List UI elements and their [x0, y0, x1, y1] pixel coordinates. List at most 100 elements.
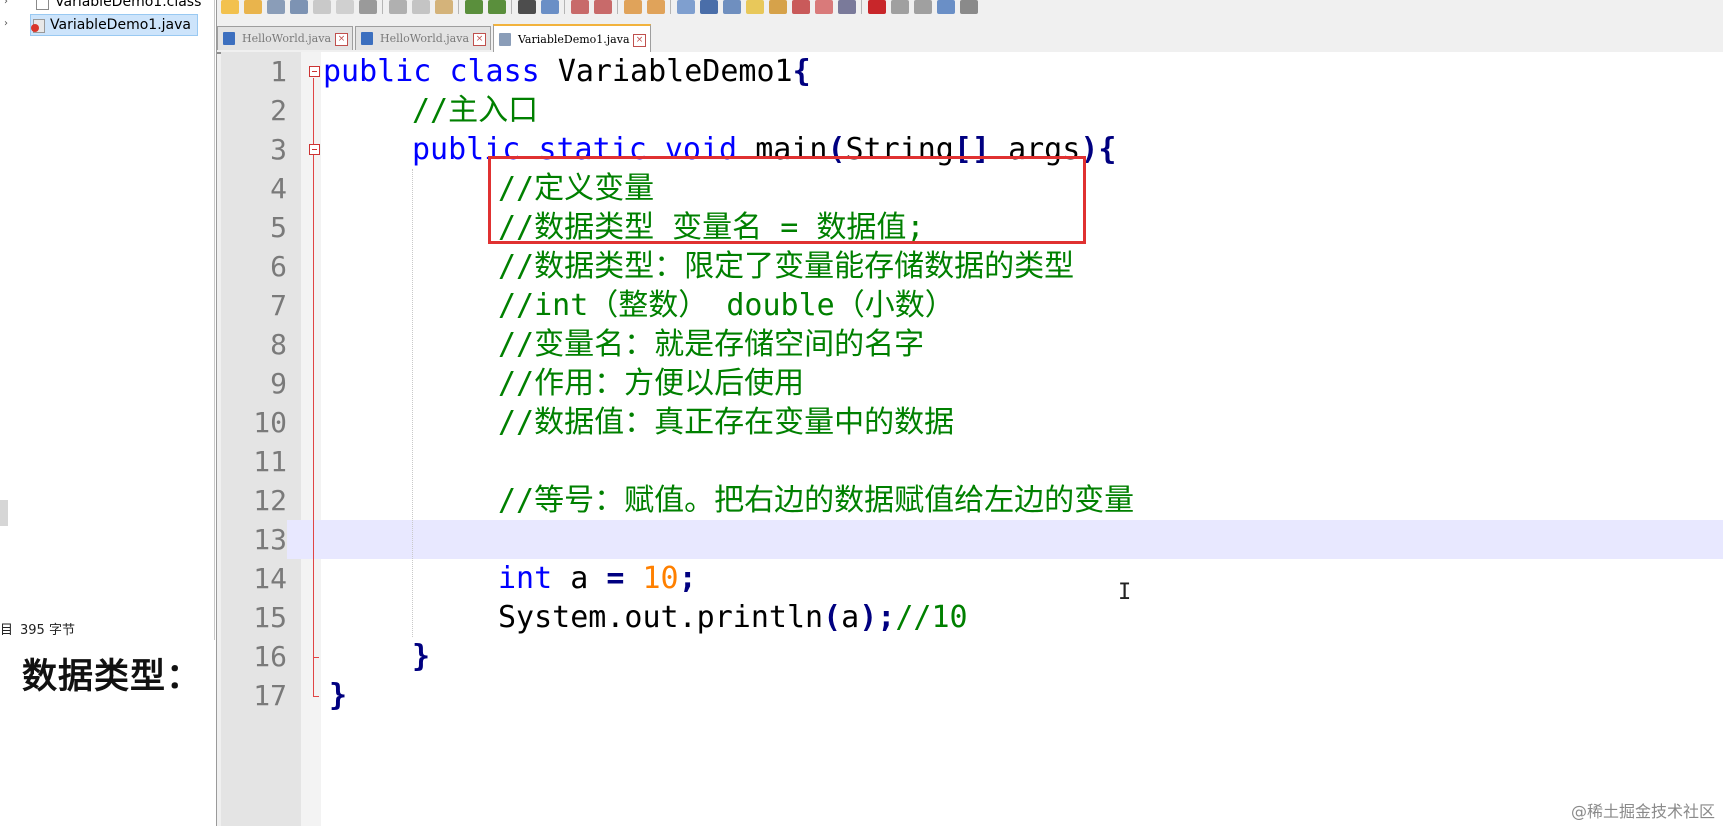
line-number: 9	[270, 367, 287, 400]
toolbar-separator	[564, 0, 565, 14]
save-all-icon[interactable]	[290, 0, 308, 14]
record-macro-icon[interactable]	[868, 0, 886, 14]
word-wrap-icon[interactable]	[677, 0, 695, 14]
argument: a	[841, 600, 860, 635]
code-line[interactable]: 10 //数据值：真正存在变量中的数据	[221, 403, 1723, 442]
tree-item-class-file[interactable]: VariableDemo1.class	[36, 0, 201, 12]
code-line[interactable]: 16 }	[221, 637, 1723, 676]
close-icon[interactable]: ×	[473, 33, 486, 46]
file-size-status: 目 395 字节	[0, 620, 214, 642]
doc-map-icon[interactable]	[769, 0, 787, 14]
line-number: 11	[253, 445, 287, 478]
line-number: 1	[270, 55, 287, 88]
tree-expand-icon[interactable]: ›	[4, 18, 8, 29]
keyword-class: class	[449, 54, 540, 89]
run-macro-multiple-icon[interactable]	[937, 0, 955, 14]
line-number: 7	[270, 289, 287, 322]
toolbar	[217, 0, 1723, 20]
line-number: 10	[253, 406, 287, 439]
close-icon[interactable]: ×	[335, 33, 348, 46]
comment: //作用：方便以后使用	[498, 366, 805, 401]
code-line[interactable]: 1 public class VariableDemo1{	[221, 52, 1723, 91]
sync-scroll-icon[interactable]	[624, 0, 642, 14]
fold-collapse-icon[interactable]	[309, 66, 320, 77]
code-line[interactable]: 6 //数据类型：限定了变量能存储数据的类型	[221, 247, 1723, 286]
file-size-text: 395 字节	[20, 623, 75, 638]
line-number: 4	[270, 172, 287, 205]
fold-line	[313, 78, 314, 696]
copy-icon[interactable]	[412, 0, 430, 14]
editor-window: HelloWorld.java × HelloWorld.java × Vari…	[216, 0, 1723, 826]
open-file-icon[interactable]	[244, 0, 262, 14]
toolbar-separator	[458, 0, 459, 14]
code-line[interactable]: 17 }	[221, 676, 1723, 715]
tree-expand-icon[interactable]: ›	[4, 0, 8, 7]
folder-workspace-icon[interactable]	[815, 0, 833, 14]
line-number: 12	[253, 484, 287, 517]
saved-file-icon	[499, 33, 511, 46]
toolbar-separator	[382, 0, 383, 14]
toolbar-separator	[617, 0, 618, 14]
new-file-icon[interactable]	[221, 0, 239, 14]
zoom-in-icon[interactable]	[571, 0, 589, 14]
close-all-icon[interactable]	[336, 0, 354, 14]
comment: //变量名：就是存储空间的名字	[498, 327, 925, 362]
stop-macro-icon[interactable]	[891, 0, 909, 14]
code-editor[interactable]: 1 public class VariableDemo1{ 2 //主入口 3 …	[221, 52, 1723, 826]
line-number: 16	[253, 640, 287, 673]
paste-icon[interactable]	[435, 0, 453, 14]
monitor-icon[interactable]	[838, 0, 856, 14]
code-text: int a = 10;	[498, 559, 697, 598]
language-icon[interactable]	[746, 0, 764, 14]
code-line[interactable]: 11	[221, 442, 1723, 481]
code-line[interactable]: 2 //主入口	[221, 91, 1723, 130]
redo-icon[interactable]	[488, 0, 506, 14]
tab-helloworld-2[interactable]: HelloWorld.java ×	[355, 26, 491, 50]
line-number: 17	[253, 679, 287, 712]
comment: //int（整数） double（小数）	[498, 288, 955, 323]
overlay-heading: 数据类型：	[22, 657, 203, 697]
fold-collapse-icon[interactable]	[309, 144, 320, 155]
code-text: System.out.println(a);//10	[498, 598, 968, 637]
tab-label: HelloWorld.java	[242, 32, 331, 45]
code-line-current[interactable]: 13	[221, 520, 1723, 559]
tree-item-java-file[interactable]: VariableDemo1.java	[30, 14, 198, 36]
undo-icon[interactable]	[465, 0, 483, 14]
find-icon[interactable]	[518, 0, 536, 14]
keyword-public: public	[323, 54, 432, 89]
function-list-icon[interactable]	[792, 0, 810, 14]
code-line[interactable]: 15 System.out.println(a);//10	[221, 598, 1723, 637]
code-line[interactable]: 9 //作用：方便以后使用	[221, 364, 1723, 403]
saved-file-icon	[361, 32, 373, 45]
print-icon[interactable]	[359, 0, 377, 14]
play-macro-icon[interactable]	[914, 0, 932, 14]
close-file-icon[interactable]	[313, 0, 331, 14]
semicolon: ;	[678, 561, 697, 596]
operator-assign: =	[606, 561, 625, 596]
scrollbar-thumb[interactable]	[0, 500, 8, 526]
show-all-chars-icon[interactable]	[700, 0, 718, 14]
status-prefix: 目	[0, 623, 14, 638]
sync-horizontal-icon[interactable]	[647, 0, 665, 14]
keyword-int: int	[498, 561, 553, 596]
code-line[interactable]: 7 //int（整数） double（小数）	[221, 286, 1723, 325]
project-tree: › VariableDemo1.class › VariableDemo1.ja…	[0, 0, 215, 640]
code-line[interactable]: 8 //变量名：就是存储空间的名字	[221, 325, 1723, 364]
tree-item-label: VariableDemo1.java	[50, 17, 191, 33]
cut-icon[interactable]	[389, 0, 407, 14]
closing-brace: }	[329, 678, 348, 713]
code-line[interactable]: 12 //等号：赋值。把右边的数据赋值给左边的变量	[221, 481, 1723, 520]
saved-file-icon	[223, 32, 235, 45]
number-literal: 10	[642, 561, 679, 596]
indent-guide-icon[interactable]	[723, 0, 741, 14]
save-macro-icon[interactable]	[960, 0, 978, 14]
comment: //数据类型：限定了变量能存储数据的类型	[498, 249, 1075, 284]
tab-helloworld-1[interactable]: HelloWorld.java ×	[217, 26, 353, 50]
close-icon[interactable]: ×	[633, 34, 646, 47]
comment: //主入口	[412, 93, 539, 128]
tab-variabledemo1[interactable]: VariableDemo1.java ×	[493, 24, 651, 52]
zoom-out-icon[interactable]	[594, 0, 612, 14]
replace-icon[interactable]	[541, 0, 559, 14]
save-icon[interactable]	[267, 0, 285, 14]
code-line[interactable]: 14 int a = 10;	[221, 559, 1723, 598]
